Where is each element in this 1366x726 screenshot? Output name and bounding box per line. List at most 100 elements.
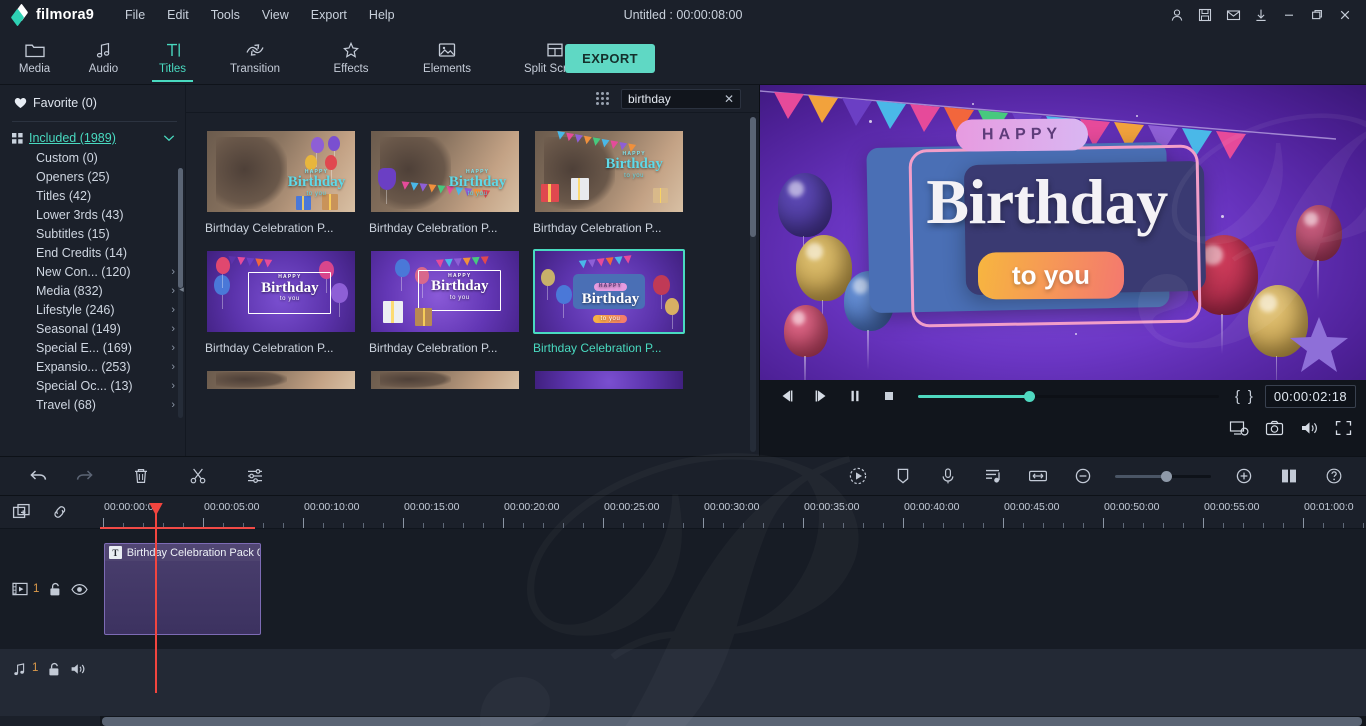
- render-preview-button[interactable]: [835, 466, 880, 486]
- template-thumbnail[interactable]: [533, 369, 685, 391]
- delete-button[interactable]: [118, 467, 163, 485]
- grid-dots-icon[interactable]: [596, 92, 609, 105]
- template-thumbnail[interactable]: HAPPY Birthday to you: [369, 129, 521, 214]
- sidebar-item-end-credits[interactable]: End Credits (14): [0, 243, 185, 262]
- search-field[interactable]: ✕: [621, 88, 741, 109]
- sidebar-item-included[interactable]: Included (1989): [0, 128, 185, 148]
- menu-help[interactable]: Help: [358, 3, 406, 27]
- add-track-button[interactable]: [12, 503, 32, 521]
- account-icon[interactable]: [1164, 3, 1190, 27]
- menu-view[interactable]: View: [251, 3, 300, 27]
- export-button[interactable]: EXPORT: [565, 44, 655, 73]
- split-button[interactable]: [175, 467, 220, 485]
- pause-button[interactable]: [838, 383, 872, 409]
- play-button[interactable]: [804, 383, 838, 409]
- template-item[interactable]: HAPPY Birthday to you Birthday Celebrati…: [369, 129, 521, 235]
- zoom-out-button[interactable]: [1060, 467, 1105, 485]
- progress-knob[interactable]: [1024, 390, 1036, 402]
- sidebar-item-media[interactable]: Media (832) ›: [0, 281, 185, 300]
- sidebar-item-expansio[interactable]: Expansio... (253) ›: [0, 357, 185, 376]
- grid-scrollbar-thumb[interactable]: [750, 117, 756, 237]
- chevron-down-icon[interactable]: [163, 134, 175, 142]
- minimize-icon[interactable]: [1276, 3, 1302, 27]
- redo-button[interactable]: [61, 467, 106, 485]
- template-thumbnail[interactable]: HAPPY Birthday to you: [369, 249, 521, 334]
- template-thumbnail[interactable]: HAPPY Birthday to you: [533, 249, 685, 334]
- download-icon[interactable]: [1248, 3, 1274, 27]
- mark-out-button[interactable]: }: [1244, 388, 1257, 405]
- sidebar-item-seasonal[interactable]: Seasonal (149) ›: [0, 319, 185, 338]
- link-button[interactable]: [50, 503, 70, 521]
- timeline-zoom-slider[interactable]: [1115, 470, 1211, 482]
- tab-titles[interactable]: Titles: [138, 30, 207, 84]
- tab-effects[interactable]: Effects: [303, 30, 399, 84]
- audio-track-area[interactable]: [100, 649, 1366, 716]
- sidebar-scrollbar-thumb[interactable]: [178, 168, 183, 288]
- split-view-button[interactable]: [1266, 467, 1311, 485]
- menu-export[interactable]: Export: [300, 3, 358, 27]
- template-thumbnail[interactable]: HAPPY Birthday to you: [205, 249, 357, 334]
- sidebar-item-travel[interactable]: Travel (68) ›: [0, 395, 185, 414]
- tab-transition[interactable]: Transition: [207, 30, 303, 84]
- snapshot-icon[interactable]: [1265, 420, 1284, 436]
- timeline-hscrollbar-thumb[interactable]: [102, 717, 1362, 726]
- tab-media[interactable]: Media: [0, 30, 69, 84]
- sidebar-item-subtitles[interactable]: Subtitles (15): [0, 224, 185, 243]
- template-item[interactable]: HAPPY Birthday to you Birthday Celebrati…: [205, 249, 357, 355]
- mark-in-button[interactable]: {: [1231, 388, 1244, 405]
- sidebar-item-special-oc[interactable]: Special Oc... (13) ›: [0, 376, 185, 395]
- maximize-icon[interactable]: [1304, 3, 1330, 27]
- template-item[interactable]: HAPPY Birthday to you Birthday Celebrati…: [369, 249, 521, 355]
- sidebar-item-favorite[interactable]: Favorite (0): [0, 85, 185, 121]
- template-item[interactable]: HAPPY Birthday to you Birthday Celebrati…: [205, 129, 357, 235]
- screen-settings-icon[interactable]: [1229, 420, 1249, 437]
- sidebar-item-titles[interactable]: Titles (42): [0, 186, 185, 205]
- audio-mixer-button[interactable]: [970, 467, 1015, 485]
- zoom-knob[interactable]: [1161, 470, 1173, 482]
- eye-icon[interactable]: [71, 583, 89, 596]
- fit-timeline-button[interactable]: [1015, 468, 1060, 484]
- sidebar-item-special-e[interactable]: Special E... (169) ›: [0, 338, 185, 357]
- settings-button[interactable]: [232, 467, 277, 485]
- sidebar-collapse-button[interactable]: ◂: [177, 278, 185, 300]
- timeline-clip[interactable]: T Birthday Celebration Pack 0: [104, 543, 261, 635]
- close-icon[interactable]: [1332, 3, 1358, 27]
- template-item-selected[interactable]: HAPPY Birthday to you Birthday Celebrati…: [533, 249, 685, 355]
- fullscreen-icon[interactable]: [1335, 420, 1352, 436]
- template-thumbnail[interactable]: HAPPY Birthday to you: [205, 129, 357, 214]
- template-thumbnail[interactable]: [205, 369, 357, 391]
- menu-edit[interactable]: Edit: [156, 3, 200, 27]
- menu-tools[interactable]: Tools: [200, 3, 251, 27]
- undo-button[interactable]: [16, 467, 61, 485]
- playback-progress-slider[interactable]: [918, 390, 1219, 402]
- preview-screen[interactable]: HAPPY Birthday to you 𝒫: [760, 85, 1366, 380]
- prev-frame-button[interactable]: [770, 383, 804, 409]
- menu-file[interactable]: File: [114, 3, 156, 27]
- unlock-icon[interactable]: [47, 662, 61, 677]
- sidebar-item-custom[interactable]: Custom (0): [0, 148, 185, 167]
- sidebar-item-lower-3rds[interactable]: Lower 3rds (43): [0, 205, 185, 224]
- clear-search-icon[interactable]: ✕: [724, 93, 734, 105]
- template-thumbnail[interactable]: [369, 369, 521, 391]
- marker-button[interactable]: [880, 467, 925, 485]
- mail-icon[interactable]: [1220, 3, 1246, 27]
- save-icon[interactable]: [1192, 3, 1218, 27]
- zoom-in-button[interactable]: [1221, 467, 1266, 485]
- sidebar-item-openers[interactable]: Openers (25): [0, 167, 185, 186]
- template-item[interactable]: [369, 369, 521, 391]
- voiceover-button[interactable]: [925, 467, 970, 485]
- unlock-icon[interactable]: [48, 582, 62, 597]
- preview-timecode[interactable]: 00:00:02:18: [1264, 384, 1356, 408]
- stop-button[interactable]: [872, 383, 906, 409]
- speaker-icon[interactable]: [70, 662, 87, 676]
- sidebar-item-lifestyle[interactable]: Lifestyle (246) ›: [0, 300, 185, 319]
- sidebar-item-new-con[interactable]: New Con... (120) ›: [0, 262, 185, 281]
- video-track-area[interactable]: T Birthday Celebration Pack 0: [100, 529, 1366, 649]
- volume-icon[interactable]: [1300, 420, 1319, 436]
- playhead-handle[interactable]: [149, 502, 163, 529]
- tab-elements[interactable]: Elements: [399, 30, 495, 84]
- playhead[interactable]: [155, 529, 157, 693]
- timeline-ruler[interactable]: 00:00:00:00 00:00:05:00 00:00:10:00 00:00:1…: [100, 496, 1366, 529]
- template-thumbnail[interactable]: HAPPY Birthday to you: [533, 129, 685, 214]
- tab-audio[interactable]: Audio: [69, 30, 138, 84]
